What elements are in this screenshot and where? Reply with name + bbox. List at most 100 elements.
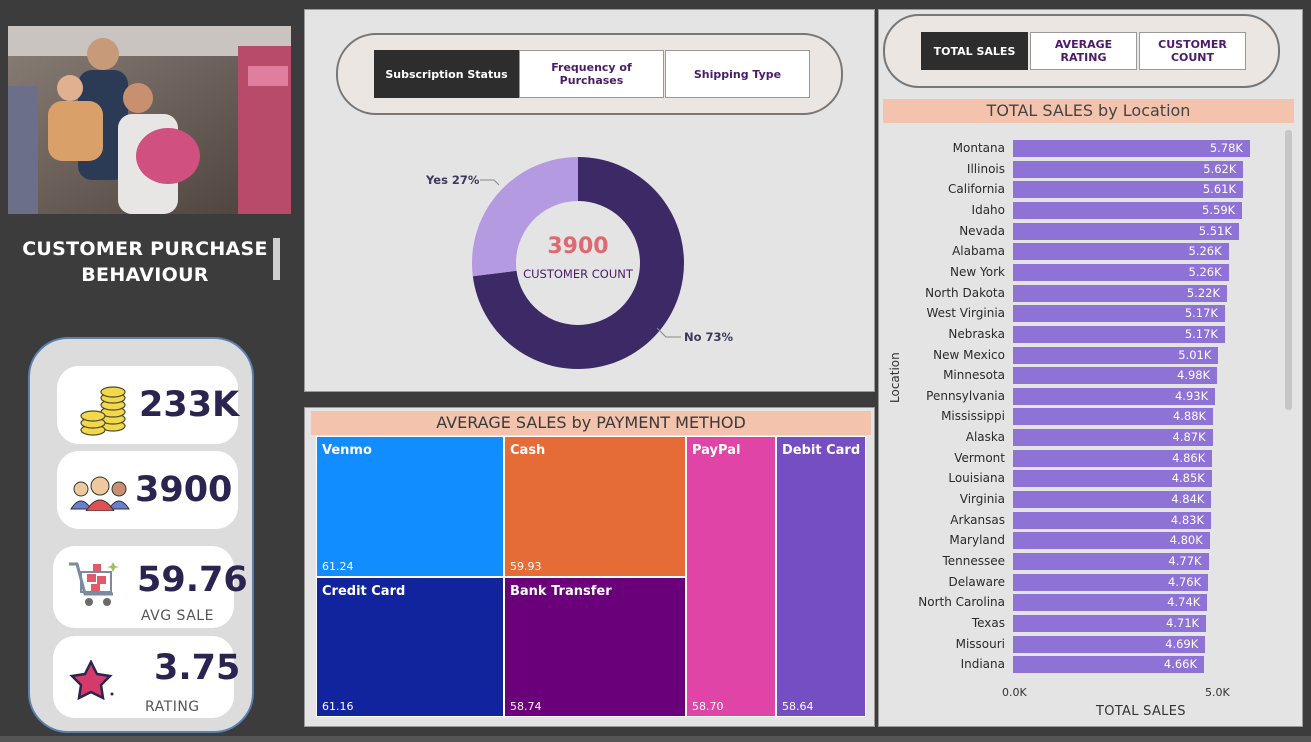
bar-value-label: 4.69K — [1165, 636, 1199, 651]
bar[interactable]: 5.62K — [1013, 160, 1244, 178]
treemap-tile-cash[interactable]: Cash 59.93 — [504, 436, 686, 577]
users-group-icon — [69, 475, 131, 515]
bar[interactable]: 4.76K — [1013, 573, 1209, 591]
bar[interactable]: 4.84K — [1013, 491, 1212, 509]
bar[interactable]: 4.77K — [1013, 553, 1209, 570]
bar[interactable]: 4.87K — [1013, 429, 1213, 447]
kpi-panel: 233K 3900 59.76 AVG SALE 3.75 RATING — [28, 337, 254, 733]
treemap-tile-venmo[interactable]: Venmo 61.24 — [316, 436, 504, 577]
tile-value: 58.74 — [510, 700, 542, 713]
bar-label: North Dakota — [925, 285, 1005, 300]
bar[interactable]: 5.01K — [1013, 346, 1219, 364]
bar-label: California — [948, 182, 1005, 197]
bar-value-label: 5.17K — [1184, 326, 1218, 341]
kpi-card-rating: 3.75 RATING — [53, 636, 240, 718]
bar-label: Montana — [952, 141, 1005, 155]
x-tick-0: 0.0K — [1002, 686, 1027, 699]
subscription-donut-chart: 3900 CUSTOMER COUNT Yes 27% No 73% — [425, 157, 734, 369]
tile-value: 58.70 — [692, 700, 724, 713]
donut-label-yes: Yes 27% — [425, 173, 480, 187]
bar-label: Texas — [971, 615, 1005, 630]
bar-value-label: 4.80K — [1169, 533, 1203, 548]
bar[interactable]: 5.78K — [1013, 140, 1250, 157]
bar[interactable]: 4.93K — [1013, 387, 1216, 405]
donut-center-value: 3900 — [547, 234, 608, 259]
bar-label: Indiana — [960, 657, 1005, 672]
bar[interactable]: 5.17K — [1013, 325, 1225, 343]
bar[interactable]: 5.61K — [1013, 181, 1243, 199]
bar[interactable]: 4.80K — [1013, 532, 1210, 550]
treemap-tile-bank-transfer[interactable]: Bank Transfer 58.74 — [504, 577, 686, 717]
kpi-customer-count-value: 3900 — [135, 470, 233, 510]
bar[interactable]: 5.51K — [1013, 222, 1239, 240]
payment-method-panel: AVERAGE SALES by PAYMENT METHOD Venmo 61… — [304, 407, 875, 727]
treemap-tile-paypal[interactable]: PayPal 58.70 — [686, 436, 776, 717]
bar[interactable]: 4.88K — [1013, 408, 1214, 426]
bar[interactable]: 4.86K — [1013, 449, 1213, 467]
x-tick-1: 5.0K — [1205, 686, 1230, 699]
bar-label: Nevada — [959, 223, 1005, 238]
bar-value-label: 5.22K — [1186, 285, 1221, 300]
payment-chart-title: AVERAGE SALES by PAYMENT METHOD — [311, 411, 871, 435]
tile-name: Debit Card — [782, 443, 861, 458]
bar[interactable]: 4.74K — [1013, 594, 1208, 612]
bar[interactable]: 4.83K — [1013, 511, 1212, 529]
chart-scrollbar[interactable] — [1285, 130, 1292, 410]
bar[interactable]: 5.26K — [1013, 263, 1229, 281]
tile-name: Cash — [510, 443, 546, 458]
bar-value-label: 5.17K — [1184, 306, 1218, 321]
tab-total-sales[interactable]: TOTAL SALES — [921, 32, 1028, 70]
kpi-card-customers: 3900 — [57, 451, 238, 529]
bar-value-label: 4.86K — [1172, 450, 1206, 465]
tile-name: Bank Transfer — [510, 584, 612, 599]
bar-label: Missouri — [955, 636, 1005, 651]
bar-label: Maryland — [949, 533, 1005, 548]
kpi-avg-sale-label: AVG SALE — [141, 608, 214, 624]
bar-value-label: 4.83K — [1170, 512, 1205, 527]
bar-label: New York — [950, 264, 1005, 279]
bar[interactable]: 5.59K — [1013, 201, 1243, 219]
bar[interactable]: 4.66K — [1013, 656, 1205, 674]
bar-label: Illinois — [966, 161, 1005, 176]
title-divider — [273, 238, 280, 280]
tile-value: 61.24 — [322, 560, 354, 573]
bar-value-label: 4.71K — [1165, 615, 1200, 630]
bar-label: Tennessee — [942, 554, 1005, 568]
bar-value-label: 5.59K — [1202, 202, 1236, 217]
tile-name: Venmo — [322, 443, 372, 458]
tab-customer-count[interactable]: CUSTOMER COUNT — [1139, 32, 1246, 70]
bar[interactable]: 4.98K — [1013, 367, 1218, 385]
bar-value-label: 5.26K — [1188, 244, 1222, 259]
bar-label: Pennsylvania — [926, 388, 1005, 403]
tab-average-rating[interactable]: AVERAGE RATING — [1030, 32, 1137, 70]
bar-label: Virginia — [959, 492, 1005, 507]
bar-label: Vermont — [954, 450, 1005, 465]
bar-value-label: 4.66K — [1163, 657, 1198, 672]
hero-photo — [8, 26, 291, 214]
bar-value-label: 4.98K — [1177, 368, 1211, 383]
bar[interactable]: 4.69K — [1013, 635, 1206, 653]
treemap-tile-credit-card[interactable]: Credit Card 61.16 — [316, 577, 504, 717]
title-line-2: BEHAVIOUR — [81, 264, 209, 286]
bar[interactable]: 5.26K — [1013, 243, 1229, 261]
page-title: CUSTOMER PURCHASE BEHAVIOUR — [20, 236, 270, 288]
tile-value: 58.64 — [782, 700, 814, 713]
bar-value-label: 4.77K — [1168, 554, 1202, 568]
bar-value-label: 4.85K — [1171, 471, 1205, 486]
bar[interactable]: 4.71K — [1013, 614, 1207, 632]
bar-label: Mississippi — [941, 409, 1005, 424]
donut-center-label: CUSTOMER COUNT — [523, 267, 634, 281]
bar-value-label: 5.61K — [1202, 182, 1236, 197]
bar-value-label: 4.74K — [1167, 595, 1201, 610]
kpi-rating-value: 3.75 — [154, 648, 241, 688]
star-icon — [69, 659, 115, 704]
treemap-tile-debit-card[interactable]: Debit Card 58.64 — [776, 436, 866, 717]
donut-label-no: No 73% — [684, 330, 734, 344]
bar-value-label: 5.62K — [1203, 161, 1237, 176]
bar[interactable]: 5.22K — [1013, 284, 1228, 302]
bar-label: Minnesota — [943, 368, 1005, 383]
bar[interactable]: 4.85K — [1013, 470, 1212, 488]
kpi-card-avg-sale: 59.76 AVG SALE — [53, 546, 248, 628]
bar-label: Louisiana — [948, 471, 1005, 486]
bar[interactable]: 5.17K — [1013, 305, 1225, 323]
